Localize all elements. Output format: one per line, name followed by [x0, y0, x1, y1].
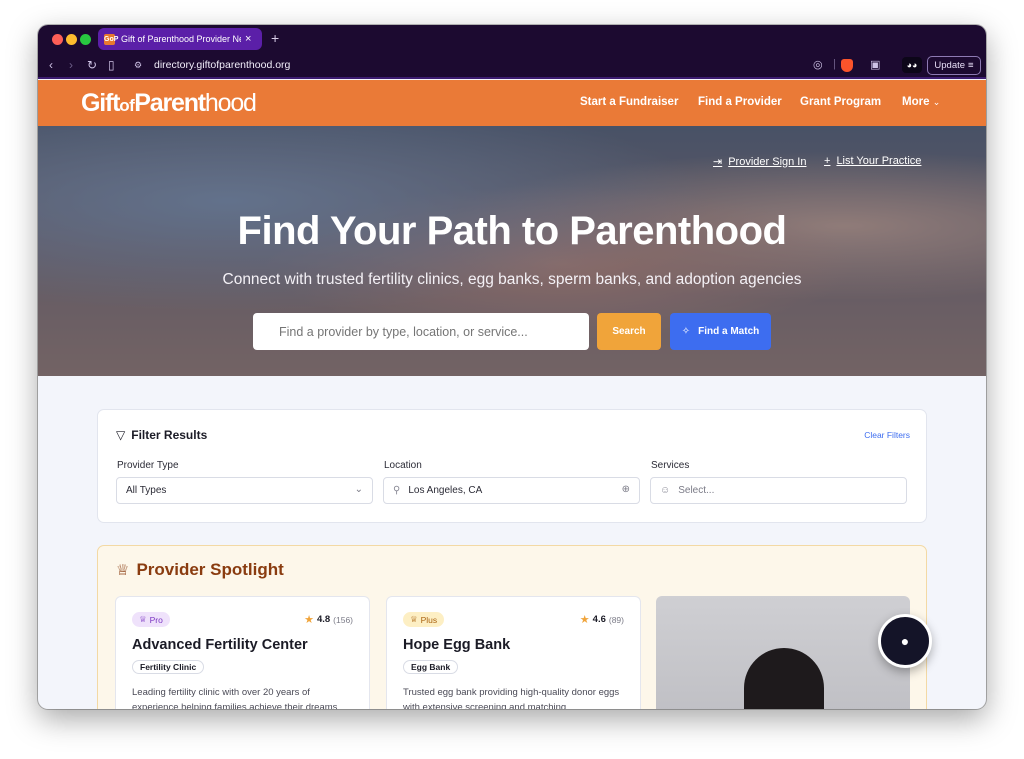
- nav-grant-program[interactable]: Grant Program: [800, 96, 881, 108]
- favicon-icon: GoP: [104, 33, 119, 45]
- menu-icon: ≡: [968, 60, 974, 71]
- provider-type-value: All Types: [126, 485, 167, 496]
- rating-value: 4.6: [592, 614, 606, 625]
- logo-of: of: [119, 96, 135, 115]
- provider-description: Leading fertility clinic with over 20 ye…: [132, 687, 341, 709]
- url-field[interactable]: directory.giftofparenthood.org: [154, 59, 290, 71]
- provider-type-label: Provider Type: [117, 460, 179, 471]
- search-button[interactable]: Search: [597, 313, 661, 350]
- crown-icon: ♕: [116, 562, 130, 579]
- site-header: GiftofParenthood Start a Fundraiser Find…: [38, 80, 986, 126]
- list-practice-label: List Your Practice: [836, 155, 922, 167]
- filter-title: ▽ Filter Results: [116, 428, 207, 442]
- services-label: Services: [651, 460, 690, 471]
- find-match-button[interactable]: ✧ Find a Match: [670, 313, 771, 350]
- rating-count: (89): [608, 614, 624, 625]
- chevron-down-icon: ⌄: [354, 484, 363, 495]
- extensions-icon[interactable]: ▣: [870, 58, 880, 71]
- divider: |: [833, 58, 836, 70]
- crown-icon: ♕: [139, 614, 147, 624]
- sparkle-icon: ✧: [681, 326, 691, 337]
- star-icon: ★: [304, 614, 314, 626]
- rating-value: 4.8: [316, 614, 331, 625]
- update-label: Update: [934, 60, 966, 71]
- map-pin-icon: ⚲: [393, 485, 401, 496]
- filter-panel: ▽ Filter Results Clear Filters Provider …: [97, 409, 927, 523]
- filter-title-text: Filter Results: [131, 428, 208, 442]
- nav-more[interactable]: More ⌄: [902, 96, 940, 108]
- hero-section: ⇥ Provider Sign In + List Your Practice …: [38, 126, 986, 376]
- filter-icon: ▽: [116, 428, 126, 442]
- provider-sign-in-label: Provider Sign In: [728, 155, 807, 168]
- chat-icon: ●: [900, 633, 910, 649]
- services-placeholder: Select...: [678, 485, 715, 496]
- new-tab-icon[interactable]: +: [271, 30, 279, 46]
- browser-window: GoP Gift of Parenthood Provider Ne × + ‹…: [38, 25, 986, 709]
- location-field[interactable]: ⚲ Los Angeles, CA ⊕: [383, 477, 640, 504]
- provider-rating: ★ 4.6 (89): [580, 613, 624, 626]
- spotlight-title-text: Provider Spotlight: [136, 560, 284, 579]
- rating-count: (156): [333, 614, 353, 625]
- provider-type-select[interactable]: All Types ⌄: [116, 477, 373, 504]
- tab-title: Gift of Parenthood Provider Ne: [121, 34, 241, 44]
- location-icon[interactable]: ◎: [813, 58, 823, 71]
- provider-name[interactable]: Advanced Fertility Center: [132, 637, 308, 653]
- site-settings-icon[interactable]: ⚙: [134, 60, 142, 71]
- provider-name[interactable]: Hope Egg Bank: [403, 637, 510, 653]
- provider-type-tag: Fertility Clinic: [132, 660, 205, 674]
- spotlight-title: ♕ Provider Spotlight: [116, 560, 284, 580]
- clear-filters-link[interactable]: Clear Filters: [864, 430, 910, 440]
- nav-more-label: More: [902, 96, 930, 108]
- reload-icon[interactable]: ↻: [87, 58, 97, 72]
- close-tab-icon[interactable]: ×: [245, 33, 251, 45]
- forward-icon[interactable]: ›: [69, 58, 73, 72]
- location-value: Los Angeles, CA: [408, 485, 483, 496]
- locate-icon[interactable]: ⊕: [622, 484, 630, 495]
- hero-title: Find Your Path to Parenthood: [237, 209, 787, 253]
- hero-subtitle: Connect with trusted fertility clinics, …: [222, 271, 802, 288]
- services-icon: ☺: [660, 485, 671, 496]
- provider-search-input[interactable]: [253, 313, 589, 350]
- nav-find-provider[interactable]: Find a Provider: [698, 96, 782, 108]
- maximize-window-button[interactable]: [80, 34, 91, 45]
- logo-gift: Gift: [81, 89, 120, 117]
- logo-parent: Parent: [134, 89, 206, 117]
- brave-shield-icon[interactable]: [841, 59, 853, 72]
- browser-tab[interactable]: GoP Gift of Parenthood Provider Ne ×: [98, 28, 262, 50]
- provider-card[interactable]: ♕ Plus ★ 4.6 (89) Hope Egg Bank Egg Bank…: [386, 596, 641, 709]
- provider-sign-in-link[interactable]: ⇥ Provider Sign In: [713, 155, 807, 169]
- close-window-button[interactable]: [52, 34, 63, 45]
- minimize-window-button[interactable]: [66, 34, 77, 45]
- private-window-icon[interactable]: ◕◕: [902, 57, 922, 73]
- provider-photo[interactable]: [656, 596, 910, 709]
- bookmark-icon[interactable]: ▯: [108, 58, 115, 72]
- update-button[interactable]: Update ≡: [927, 56, 981, 75]
- badge-label: Plus: [420, 614, 438, 625]
- services-select[interactable]: ☺ Select...: [650, 477, 907, 504]
- badge-label: Pro: [149, 614, 163, 625]
- pro-badge: ♕ Pro: [132, 612, 170, 627]
- provider-type-tag: Egg Bank: [403, 660, 459, 674]
- star-icon: ★: [579, 614, 590, 626]
- provider-card[interactable]: ♕ Pro ★ 4.8 (156) Advanced Fertility Cen…: [115, 596, 370, 709]
- sign-in-icon: ⇥: [713, 156, 723, 168]
- plus-icon: +: [824, 155, 831, 167]
- site-logo[interactable]: GiftofParenthood: [81, 89, 257, 118]
- provider-rating: ★ 4.8 (156): [304, 613, 353, 626]
- person-photo-image: [744, 648, 824, 709]
- list-practice-link[interactable]: + List Your Practice: [824, 155, 921, 167]
- provider-description: Trusted egg bank providing high-quality …: [403, 687, 620, 709]
- back-icon[interactable]: ‹: [49, 58, 53, 72]
- provider-spotlight: ♕ Provider Spotlight ♕ Pro ★ 4.8 (156) A…: [97, 545, 927, 709]
- chevron-down-icon: ⌄: [932, 97, 941, 107]
- plus-badge: ♕ Plus: [403, 612, 445, 627]
- find-match-label: Find a Match: [698, 326, 760, 337]
- crown-icon: ♕: [410, 614, 418, 624]
- chat-button[interactable]: ●: [878, 614, 932, 668]
- nav-start-fundraiser[interactable]: Start a Fundraiser: [580, 96, 678, 108]
- address-bar: ‹ › ↻ ▯ ⚙ directory.giftofparenthood.org…: [38, 53, 986, 79]
- location-label: Location: [384, 460, 422, 471]
- logo-hood: hood: [204, 89, 257, 117]
- tab-strip: GoP Gift of Parenthood Provider Ne × +: [38, 25, 986, 53]
